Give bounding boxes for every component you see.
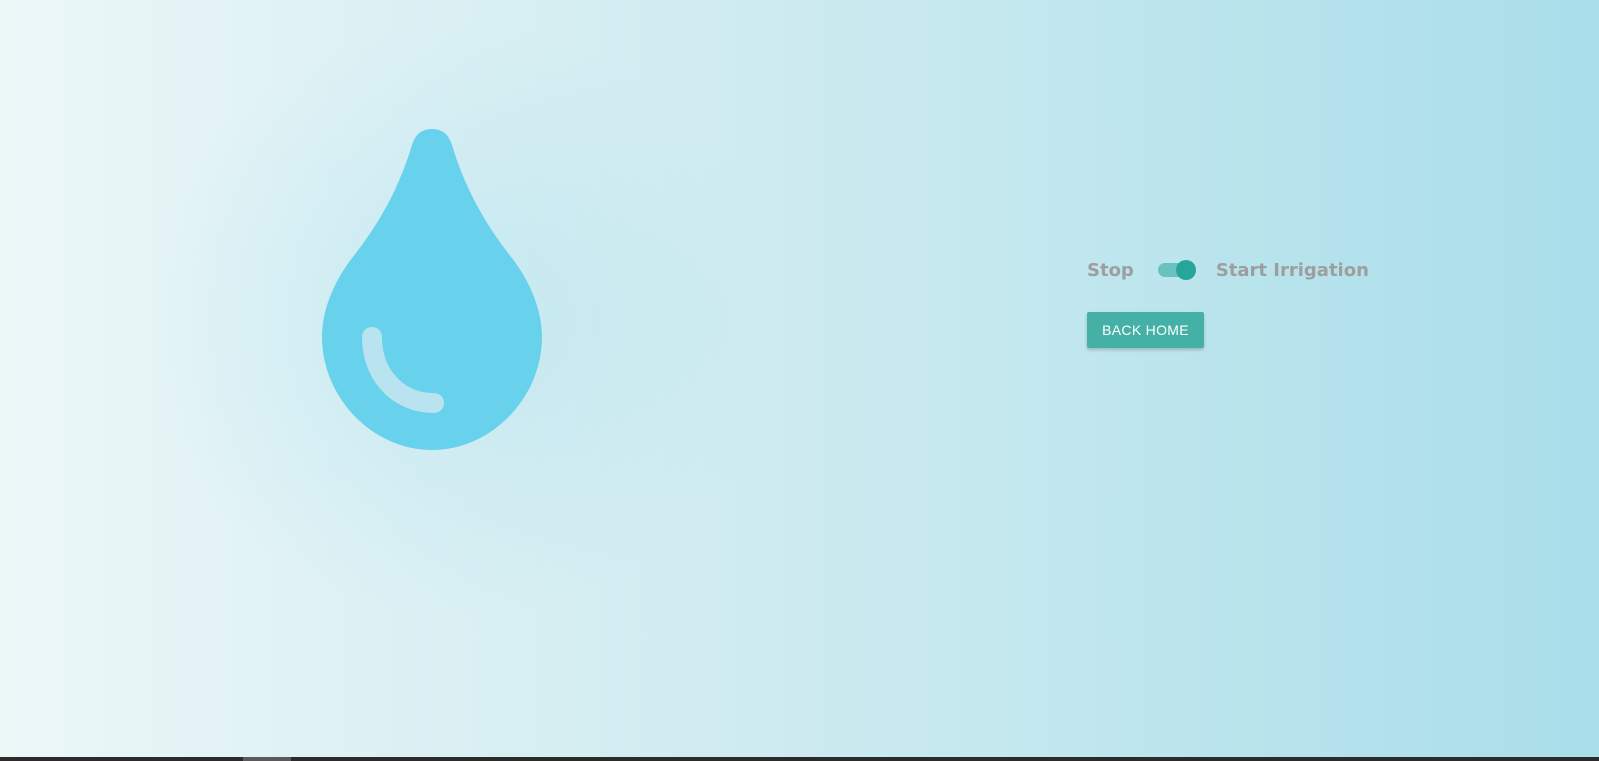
bottom-bar [0,757,1599,761]
start-irrigation-label: Start Irrigation [1215,259,1369,281]
bottom-bar-handle [243,757,291,761]
back-home-button[interactable]: BACK HOME [1087,312,1204,348]
toggle-thumb[interactable] [1175,260,1196,280]
irrigation-switch-row: Stop Start Irrigation [1087,254,1369,286]
water-drop-icon [322,129,542,450]
stop-label: Stop [1087,259,1134,281]
irrigation-controls: Stop Start Irrigation BACK HOME [1087,254,1369,348]
irrigation-toggle[interactable] [1156,258,1196,282]
